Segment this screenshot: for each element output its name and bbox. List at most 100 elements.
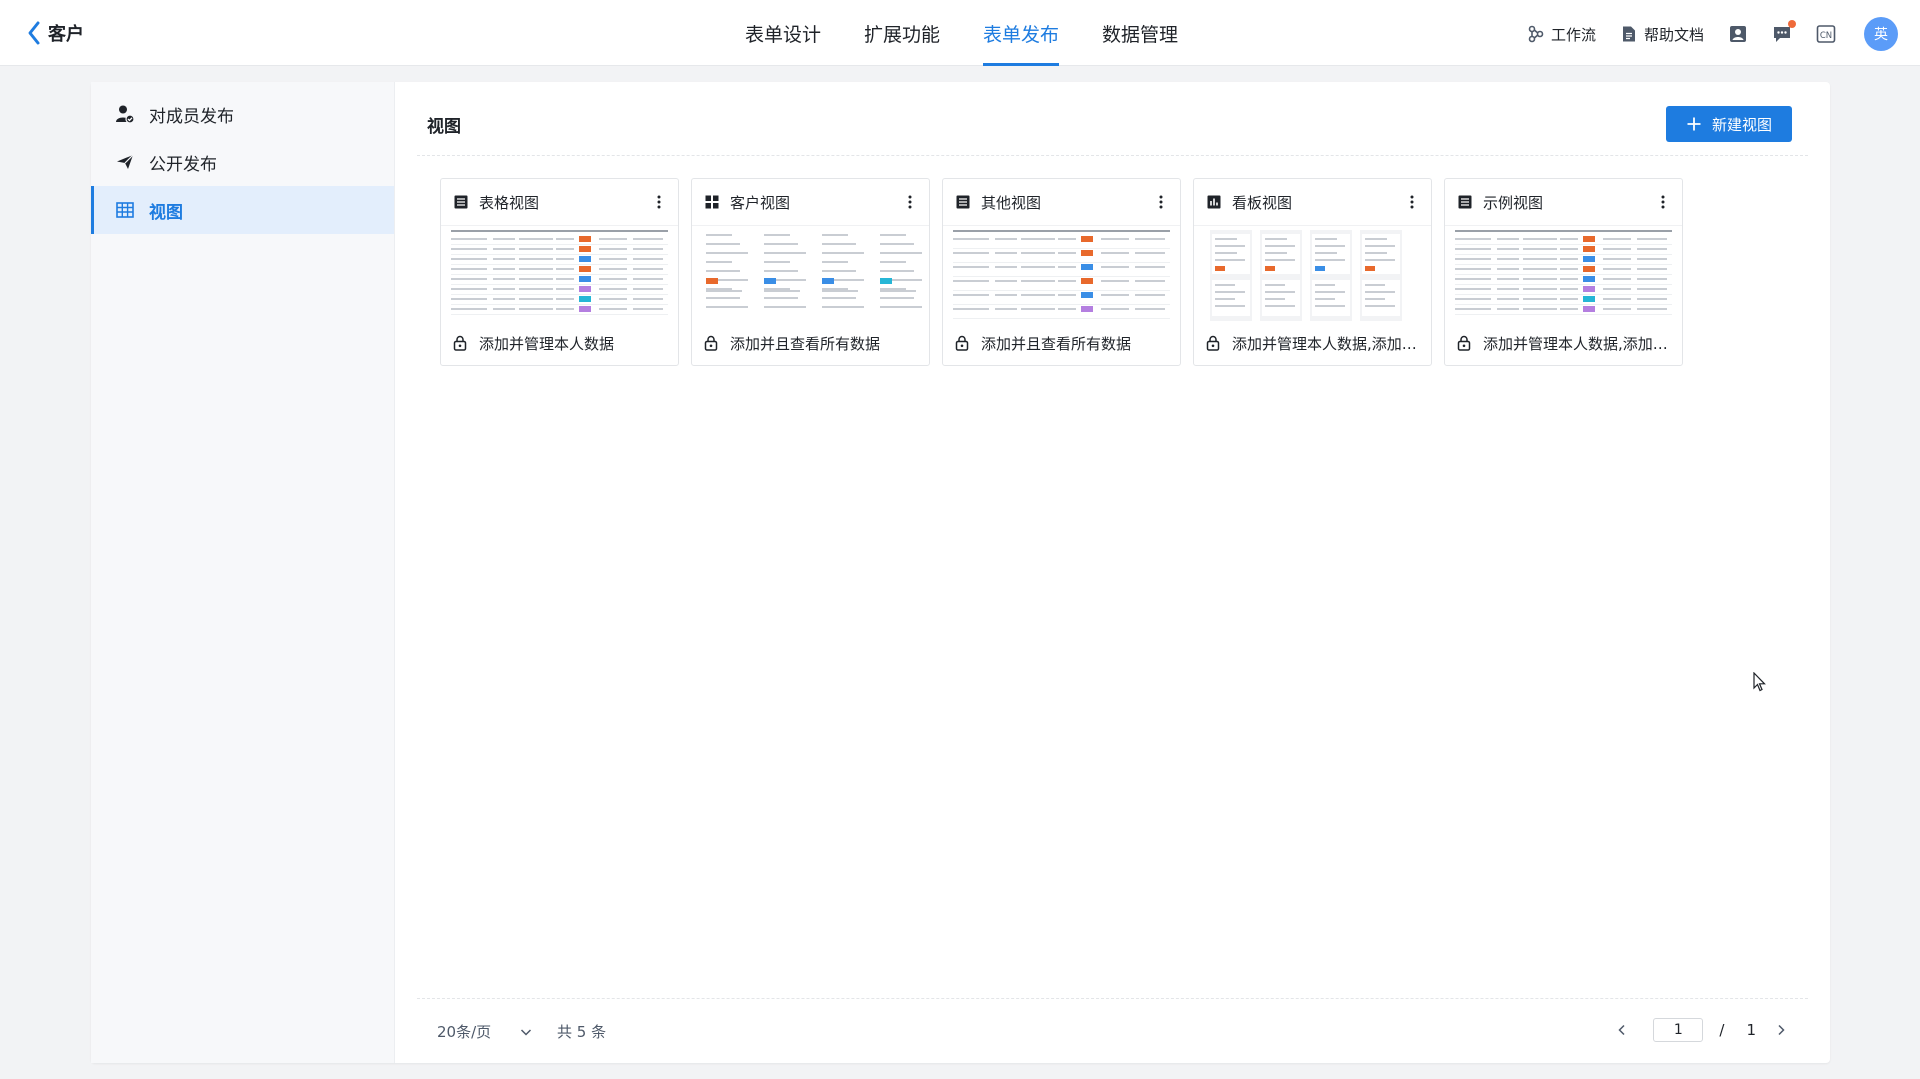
thumbnail-mark — [953, 290, 1170, 291]
avatar[interactable]: 英 — [1864, 17, 1898, 51]
thumbnail-mark — [1101, 294, 1129, 296]
thumbnail-mark — [1265, 259, 1295, 261]
view-thumbnail-preview — [1210, 230, 1402, 321]
thumbnail-mark — [1637, 308, 1667, 310]
thumbnail-mark — [1365, 298, 1385, 300]
thumbnail-mark — [1523, 248, 1557, 250]
thumbnail-mark — [953, 294, 989, 296]
thumbnail-mark — [1135, 308, 1165, 310]
thumbnail-mark — [1637, 298, 1667, 300]
sidebar-item-publish-to-members[interactable]: 对成员发布 — [91, 90, 394, 138]
thumbnail-mark — [1497, 258, 1519, 260]
workflow-button[interactable]: 工作流 — [1527, 24, 1596, 45]
thumbnail-mark — [1315, 259, 1345, 261]
thumbnail-mark — [1365, 266, 1375, 271]
page-number-input[interactable] — [1653, 1018, 1704, 1042]
thumbnail-mark — [1315, 245, 1345, 247]
thumbnail-mark — [633, 278, 663, 280]
thumbnail-mark — [1135, 238, 1165, 240]
thumbnail-mark — [1315, 238, 1337, 240]
sidebar-item-public-publish[interactable]: 公开发布 — [91, 138, 394, 186]
thumbnail-mark — [599, 278, 627, 280]
thumbnail-mark — [1455, 294, 1672, 295]
thumbnail-mark — [1455, 274, 1672, 275]
lock-icon — [1206, 335, 1220, 351]
more-vertical-icon[interactable] — [901, 193, 919, 211]
view-cards: 表格视图 添加并管理本人数据 客户视图 添加并且查看所有数据 其他视图 添加并且… — [440, 178, 1695, 366]
thumbnail-mark — [1265, 291, 1295, 293]
thumbnail-mark — [556, 248, 574, 250]
more-vertical-icon[interactable] — [650, 193, 668, 211]
view-thumbnail — [943, 225, 1180, 321]
new-view-button[interactable]: 新建视图 — [1666, 106, 1792, 142]
thumbnail-mark — [1560, 278, 1578, 280]
thumbnail-mark — [451, 288, 487, 290]
main-panel: 对成员发布 公开发布 视图 视图 新建视图 表格视图 添加并管理本人数据 客户视… — [91, 82, 1830, 1063]
view-card[interactable]: 其他视图 添加并且查看所有数据 — [942, 178, 1181, 366]
thumbnail-mark — [953, 238, 989, 240]
thumbnail-mark — [822, 270, 856, 272]
thumbnail-mark — [880, 290, 916, 292]
view-card[interactable]: 客户视图 添加并且查看所有数据 — [691, 178, 930, 366]
pager: / 1 — [1615, 1017, 1788, 1043]
view-thumbnail-preview — [706, 234, 922, 308]
view-thumbnail — [692, 225, 929, 321]
more-vertical-icon[interactable] — [1654, 193, 1672, 211]
view-thumbnail-preview — [1455, 230, 1672, 315]
tab-data-management[interactable]: 数据管理 — [1102, 0, 1178, 66]
contacts-button[interactable] — [1728, 24, 1748, 44]
more-vertical-icon[interactable] — [1152, 193, 1170, 211]
thumbnail-mark — [706, 234, 732, 236]
tab-form-publish[interactable]: 表单发布 — [983, 0, 1060, 66]
view-card[interactable]: 看板视图 添加并管理本人数据,添加并且查看所有数据 — [1193, 178, 1432, 366]
thumbnail-mark — [1497, 298, 1519, 300]
tab-extensions[interactable]: 扩展功能 — [864, 0, 940, 66]
thumbnail-mark — [1523, 278, 1557, 280]
language-button[interactable]: CN — [1816, 24, 1836, 44]
page-size-select[interactable]: 20条/页 — [437, 1021, 533, 1042]
thumbnail-mark — [1058, 252, 1076, 254]
thumbnail-mark — [1637, 278, 1667, 280]
thumbnail-mark — [822, 278, 834, 284]
thumbnail-mark — [579, 286, 591, 292]
sidebar-item-views[interactable]: 视图 — [91, 186, 394, 234]
view-card[interactable]: 表格视图 添加并管理本人数据 — [440, 178, 679, 366]
thumbnail-mark — [1560, 268, 1578, 270]
view-card-permission: 添加并管理本人数据,添加并且查看所有数据 — [1483, 334, 1674, 353]
chevron-left-icon[interactable] — [1615, 1023, 1629, 1037]
chevron-right-icon[interactable] — [1774, 1023, 1788, 1037]
thumbnail-mark — [764, 234, 790, 236]
thumbnail-mark — [1315, 252, 1337, 254]
thumbnail-mark — [764, 306, 806, 308]
thumbnail-mark — [1583, 296, 1595, 302]
thumbnail-mark — [1497, 238, 1519, 240]
thumbnail-mark — [1603, 248, 1631, 250]
view-card[interactable]: 示例视图 添加并管理本人数据,添加并且查看所有数据 — [1444, 178, 1683, 366]
thumbnail-mark — [1021, 252, 1055, 254]
thumbnail-mark — [1101, 252, 1129, 254]
thumbnail-mark — [880, 288, 906, 290]
thumbnail-mark — [633, 308, 663, 310]
thumbnail-mark — [493, 268, 515, 270]
thumbnail-mark — [519, 268, 553, 270]
thumbnail-mark — [1583, 286, 1595, 292]
thumbnail-mark — [764, 261, 790, 263]
tab-form-design[interactable]: 表单设计 — [745, 0, 821, 66]
thumbnail-mark — [1637, 268, 1667, 270]
thumbnail-mark — [1081, 236, 1093, 242]
view-thumbnail-preview — [451, 230, 668, 315]
thumbnail-mark — [1637, 238, 1667, 240]
thumbnail-mark — [1101, 308, 1129, 310]
more-vertical-icon[interactable] — [1403, 193, 1421, 211]
thumbnail-mark — [1315, 266, 1325, 271]
view-card-title: 其他视图 — [981, 193, 1042, 212]
thumbnail-mark — [519, 298, 553, 300]
back-button[interactable]: 客户 — [26, 18, 84, 48]
thumbnail-mark — [599, 268, 627, 270]
thumbnail-mark — [1603, 238, 1631, 240]
thumbnail-mark — [1215, 259, 1245, 261]
list-icon — [956, 195, 970, 209]
thumbnail-mark — [953, 308, 989, 310]
messages-button[interactable] — [1772, 20, 1796, 44]
help-docs-button[interactable]: 帮助文档 — [1620, 24, 1704, 45]
